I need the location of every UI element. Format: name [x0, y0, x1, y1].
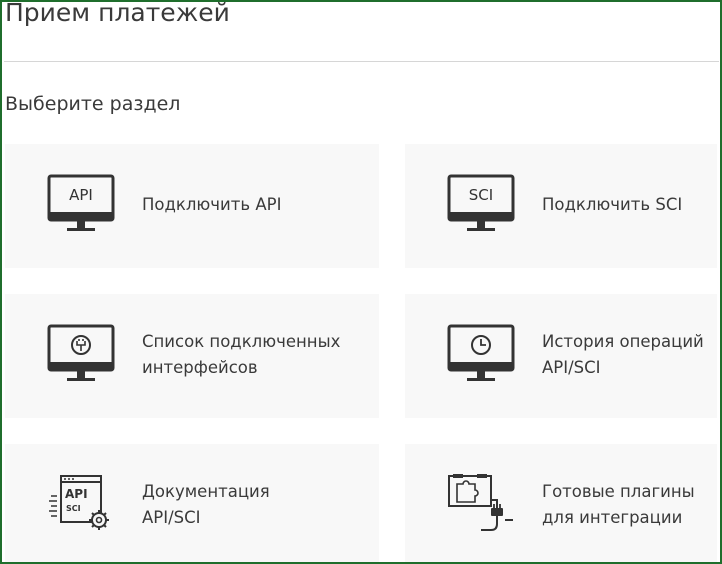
monitor-sci-text: SCI [469, 186, 493, 204]
monitor-clock-icon [447, 324, 517, 386]
card-connect-sci-label: Подключить SCI [542, 195, 683, 214]
plugin-puzzle-icon [447, 474, 517, 536]
monitor-sci-icon: SCI [447, 174, 517, 236]
card-connect-api[interactable]: API Подключить API [5, 144, 379, 268]
card-operations-history-label: История операций API/SCI [542, 332, 704, 377]
card-connected-interfaces[interactable]: Список подключенных интерфейсов [5, 294, 379, 418]
card-documentation-label: Документация API/SCI [142, 482, 270, 527]
documentation-sci-text: SCI [66, 504, 81, 513]
card-documentation[interactable]: API SCI Документация API/SCI [5, 444, 379, 562]
monitor-api-text: API [69, 186, 93, 204]
monitor-plug-icon [47, 324, 117, 386]
card-connected-interfaces-label: Список подключенных интерфейсов [142, 332, 341, 377]
card-ready-plugins-label: Готовые плагины для интеграции [542, 482, 695, 527]
monitor-api-icon: API [47, 174, 117, 236]
page-title: Прием платежей [5, 0, 230, 27]
title-divider [4, 61, 719, 62]
documentation-gear-icon: API SCI [47, 474, 117, 536]
card-connect-sci[interactable]: SCI Подключить SCI [405, 144, 717, 268]
documentation-api-text: API [65, 487, 88, 501]
card-connect-api-label: Подключить API [142, 195, 282, 214]
card-ready-plugins[interactable]: Готовые плагины для интеграции [405, 444, 717, 562]
section-title: Выберите раздел [5, 93, 181, 115]
card-operations-history[interactable]: История операций API/SCI [405, 294, 717, 418]
